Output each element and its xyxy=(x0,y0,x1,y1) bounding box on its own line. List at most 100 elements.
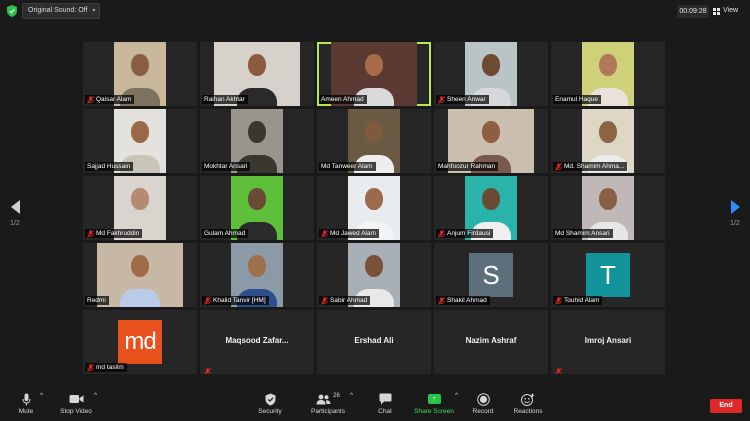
microphone-muted-icon xyxy=(321,296,328,305)
participant-tile[interactable]: Anjum Firdausi xyxy=(434,176,548,240)
person-head xyxy=(131,54,149,76)
participant-name: Md Jawed Alam xyxy=(330,230,376,237)
original-sound-label: Original Sound: Off xyxy=(28,7,88,14)
participant-name-label: Khalid Tanvir [HM] xyxy=(202,296,269,305)
person-head xyxy=(599,54,617,76)
participant-name: Enamul Haque xyxy=(555,96,598,103)
microphone-icon xyxy=(22,393,30,405)
video-camera-icon xyxy=(69,395,83,403)
grid-view-icon xyxy=(713,7,720,15)
security-shield-icon xyxy=(265,393,275,405)
participant-tile[interactable]: Qaisar Alam xyxy=(83,42,197,106)
share-screen-button[interactable]: ↑ Share Screen xyxy=(413,392,455,415)
original-sound-button[interactable]: Original Sound: Off ▾ xyxy=(22,3,101,19)
microphone-muted-icon xyxy=(438,296,445,305)
microphone-muted-icon xyxy=(555,296,562,305)
participant-tile[interactable]: T Touhid Alam xyxy=(551,243,665,307)
person-head xyxy=(365,188,383,210)
participant-tile[interactable]: Mahfoozur Rahman xyxy=(434,109,548,173)
participant-tile[interactable]: Ershad Ali xyxy=(317,310,431,374)
participant-name-label: Mokhtar Ansari xyxy=(202,162,251,171)
participant-tile[interactable]: Md Tanweer Alam xyxy=(317,109,431,173)
participant-tile[interactable]: Gulam Ahmad xyxy=(200,176,314,240)
previous-page-button[interactable]: 1/2 xyxy=(8,200,22,227)
participant-name: Sabir Ahmad xyxy=(330,297,368,304)
stop-video-button[interactable]: Stop Video xyxy=(58,392,94,415)
participant-name: Mokhtar Ansari xyxy=(204,163,248,170)
participant-name: Md Tanweer Alam xyxy=(321,163,373,170)
page-indicator-right: 1/2 xyxy=(730,220,740,227)
person-head xyxy=(248,54,266,76)
participant-name-label: Raihan Akhtar xyxy=(202,95,248,104)
person-head xyxy=(482,121,500,143)
participant-tile[interactable]: Khalid Tanvir [HM] xyxy=(200,243,314,307)
participants-button[interactable]: 26 Participants xyxy=(308,392,348,415)
person-head xyxy=(131,188,149,210)
participants-icon xyxy=(316,394,331,404)
participant-tile[interactable]: Nazim Ashraf xyxy=(434,310,548,374)
meeting-timer: 00:09:28 xyxy=(677,5,709,18)
person-head xyxy=(248,121,266,143)
participant-tile[interactable]: md md taslim xyxy=(83,310,197,374)
microphone-muted-icon xyxy=(87,229,94,238)
participant-tile[interactable]: Imroj Ansari xyxy=(551,310,665,374)
participant-name: Md. Shamim Ahma... xyxy=(564,163,625,170)
share-screen-label: Share Screen xyxy=(414,408,454,415)
avatar: md xyxy=(118,320,162,364)
participant-name-label: Md Shamim Ansari xyxy=(553,229,613,238)
participant-tile[interactable]: Md Shamim Ansari xyxy=(551,176,665,240)
chevron-down-icon[interactable]: ▾ xyxy=(92,4,95,18)
participant-tile[interactable]: Maqsood Zafar... xyxy=(200,310,314,374)
person-head xyxy=(365,255,383,277)
reactions-button[interactable]: Reactions xyxy=(511,392,545,415)
participant-tile[interactable]: Md Jawed Alam xyxy=(317,176,431,240)
video-options-caret[interactable]: ^ xyxy=(94,392,97,399)
mute-button[interactable]: Mute xyxy=(14,392,38,415)
participant-tile[interactable]: Sabir Ahmad xyxy=(317,243,431,307)
person-head xyxy=(365,121,383,143)
view-button[interactable]: View xyxy=(713,4,738,18)
participant-name-center: Nazim Ashraf xyxy=(465,336,517,345)
shield-icon[interactable] xyxy=(7,5,17,17)
participant-name: Sajjad Hussain xyxy=(87,163,131,170)
meeting-toolbar: Mute ^ Stop Video ^ Security 26 Particip… xyxy=(0,388,750,421)
participant-name-label: Touhid Alam xyxy=(553,296,603,305)
participant-tile[interactable]: Enamul Haque xyxy=(551,42,665,106)
person-head xyxy=(482,188,500,210)
participants-options-caret[interactable]: ^ xyxy=(350,392,353,399)
security-label: Security xyxy=(258,408,282,415)
participant-tile[interactable]: Redmi xyxy=(83,243,197,307)
share-options-caret[interactable]: ^ xyxy=(455,392,458,399)
participant-tile[interactable]: Raihan Akhtar xyxy=(200,42,314,106)
person-head xyxy=(365,54,383,76)
participant-tile[interactable]: Sajjad Hussain xyxy=(83,109,197,173)
mute-options-caret[interactable]: ^ xyxy=(40,392,43,399)
participant-tile[interactable]: Md Fakhruddin xyxy=(83,176,197,240)
record-label: Record xyxy=(472,408,494,415)
participant-tile[interactable]: S Shakil Ahmad xyxy=(434,243,548,307)
participant-name-label: Md Tanweer Alam xyxy=(319,162,376,171)
record-button[interactable]: Record xyxy=(469,392,497,415)
next-page-button[interactable]: 1/2 xyxy=(728,200,742,227)
chat-button[interactable]: Chat xyxy=(373,392,397,415)
participant-tile[interactable]: Sheen Anwar xyxy=(434,42,548,106)
participant-tile[interactable]: Md. Shamim Ahma... xyxy=(551,109,665,173)
person-head xyxy=(599,188,617,210)
participant-name: Redmi xyxy=(87,297,106,304)
microphone-muted-icon xyxy=(555,363,562,374)
participant-name-label: Enamul Haque xyxy=(553,95,601,104)
participant-name: Qaisar Alam xyxy=(96,96,132,103)
microphone-muted-icon xyxy=(321,229,328,238)
participant-name-label: md taslim xyxy=(85,363,127,372)
participant-name-label: Sheen Anwar xyxy=(436,95,489,104)
stop-video-label: Stop Video xyxy=(60,408,92,415)
participant-tile[interactable]: Ameen Ahmad xyxy=(317,42,431,106)
microphone-muted-icon xyxy=(87,363,94,372)
participant-name: Md Shamim Ansari xyxy=(555,230,610,237)
participant-name-label: Sajjad Hussain xyxy=(85,162,134,171)
security-button[interactable]: Security xyxy=(255,392,285,415)
participant-name-label: Md Fakhruddin xyxy=(85,229,143,238)
participant-tile[interactable]: Mokhtar Ansari xyxy=(200,109,314,173)
microphone-muted-icon xyxy=(555,162,562,171)
end-meeting-button[interactable]: End xyxy=(710,399,742,413)
